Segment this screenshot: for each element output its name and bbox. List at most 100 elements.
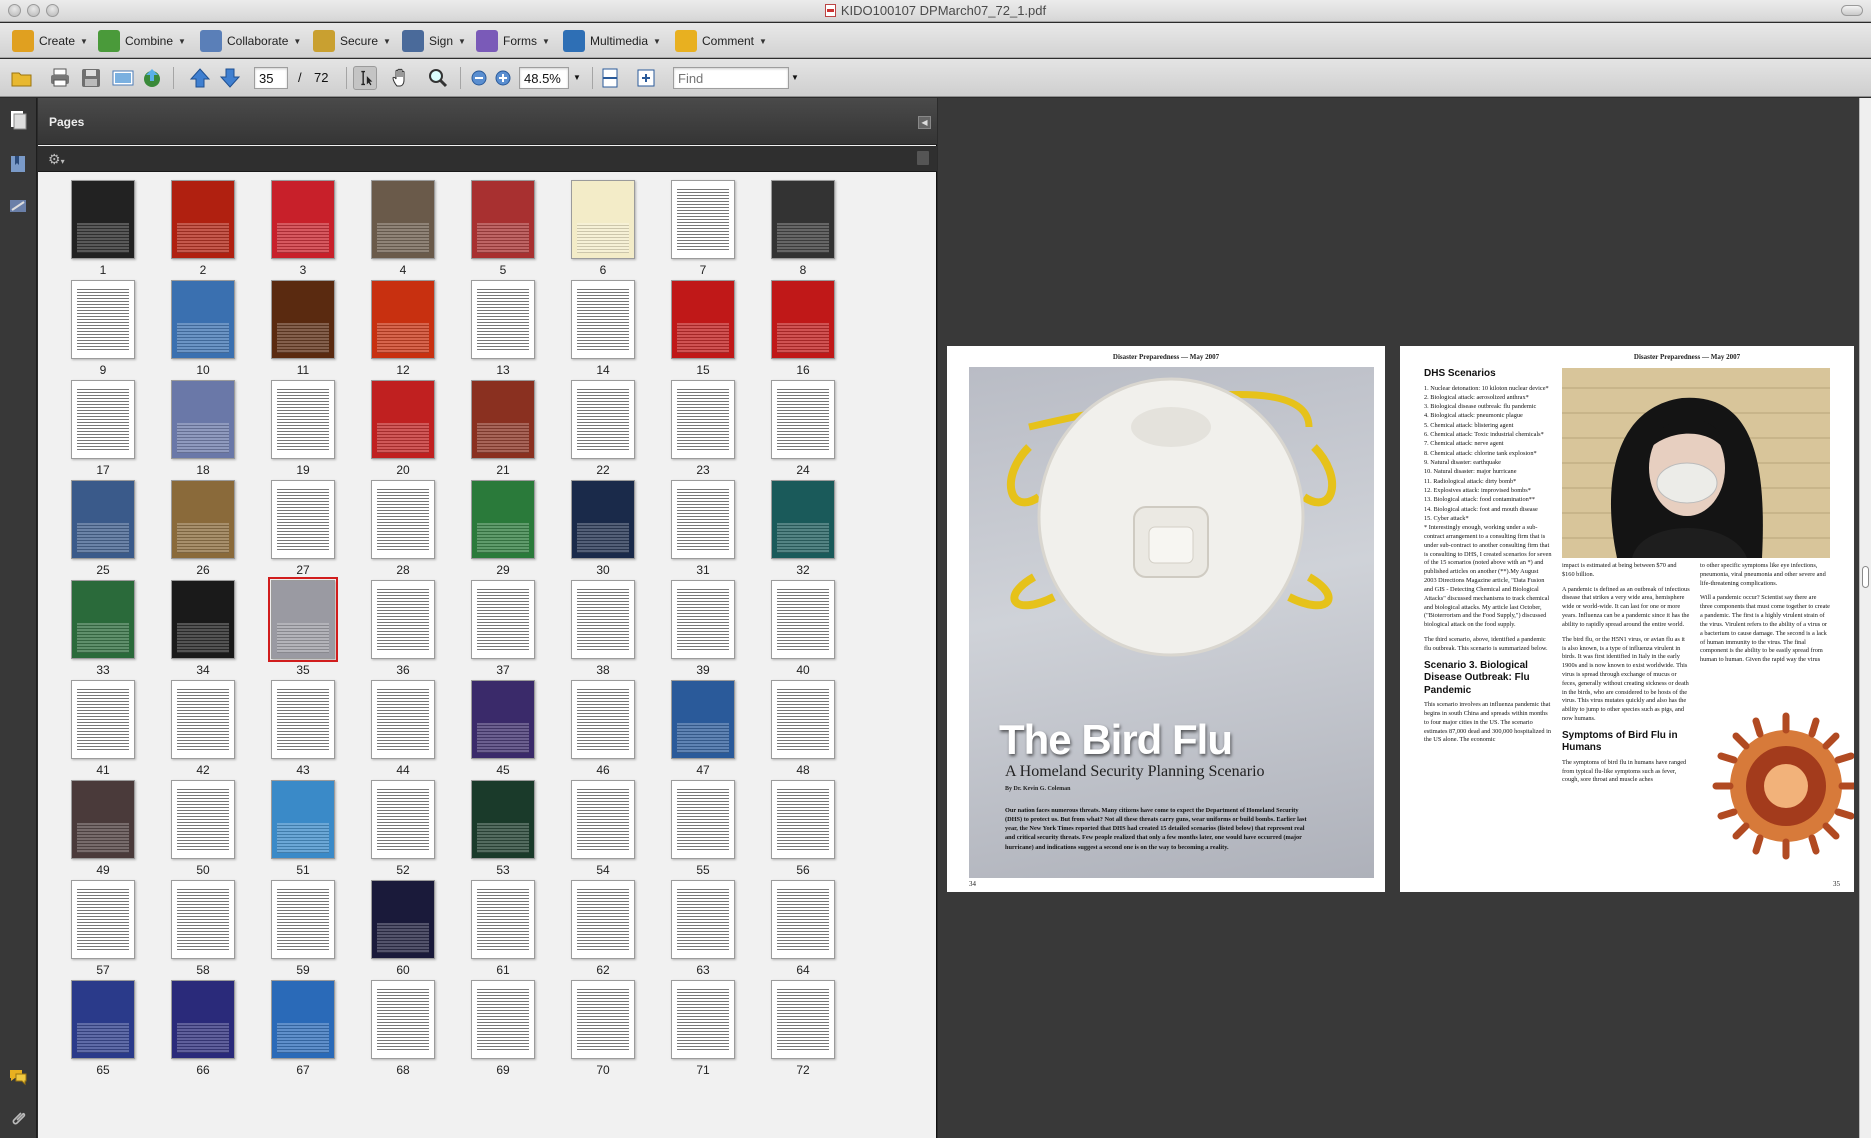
task-comment-button[interactable]: Comment ▼ xyxy=(675,28,767,54)
page-thumbnail[interactable] xyxy=(471,180,535,259)
page-thumbnail[interactable] xyxy=(271,680,335,759)
zoom-in-icon[interactable] xyxy=(491,66,515,90)
toolbar-toggle-button[interactable] xyxy=(1841,5,1863,16)
page-thumbnail[interactable] xyxy=(71,880,135,959)
minimize-window-button[interactable] xyxy=(27,4,40,17)
collapse-panel-icon[interactable]: ◀ xyxy=(918,116,931,129)
page-thumbnail[interactable] xyxy=(771,780,835,859)
scrolling-mode-icon[interactable] xyxy=(598,66,622,90)
page-thumbnail[interactable] xyxy=(671,180,735,259)
page-thumbnail[interactable] xyxy=(571,980,635,1059)
page-thumbnail[interactable] xyxy=(171,380,235,459)
attachments-panel-icon[interactable] xyxy=(8,1108,28,1128)
page-thumbnail[interactable] xyxy=(371,980,435,1059)
page-thumbnail[interactable] xyxy=(71,680,135,759)
save-icon[interactable] xyxy=(79,66,103,90)
delete-pages-icon[interactable] xyxy=(917,151,929,165)
zoom-window-button[interactable] xyxy=(46,4,59,17)
page-thumbnail[interactable] xyxy=(271,880,335,959)
page-thumbnail[interactable] xyxy=(771,680,835,759)
vertical-scrollbar[interactable] xyxy=(1859,98,1871,1138)
page-thumbnail[interactable] xyxy=(471,280,535,359)
page-thumbnail[interactable] xyxy=(471,680,535,759)
page-thumbnail[interactable] xyxy=(471,880,535,959)
page-thumbnail[interactable] xyxy=(371,280,435,359)
previous-page-icon[interactable] xyxy=(188,66,212,90)
page-thumbnail[interactable] xyxy=(371,580,435,659)
page-thumbnail[interactable] xyxy=(471,980,535,1059)
signatures-panel-icon[interactable] xyxy=(8,196,28,216)
zoom-out-icon[interactable] xyxy=(467,66,491,90)
print-icon[interactable] xyxy=(48,66,72,90)
page-thumbnail[interactable] xyxy=(771,580,835,659)
page-thumbnail[interactable] xyxy=(71,580,135,659)
page-thumbnail[interactable] xyxy=(371,380,435,459)
page-thumbnail[interactable] xyxy=(371,180,435,259)
page-thumbnail[interactable] xyxy=(771,280,835,359)
task-sign-button[interactable]: Sign ▼ xyxy=(402,28,466,54)
page-thumbnail[interactable] xyxy=(571,780,635,859)
next-page-icon[interactable] xyxy=(218,66,242,90)
page-thumbnail[interactable] xyxy=(771,880,835,959)
page-number-input[interactable] xyxy=(254,67,288,89)
page-thumbnail[interactable] xyxy=(571,380,635,459)
page-thumbnail[interactable] xyxy=(171,780,235,859)
options-gear-icon[interactable]: ⚙▾ xyxy=(48,151,65,168)
page-thumbnail[interactable] xyxy=(671,880,735,959)
page-thumbnail[interactable] xyxy=(371,680,435,759)
page-thumbnail[interactable] xyxy=(71,780,135,859)
page-thumbnail[interactable] xyxy=(71,280,135,359)
email-icon[interactable] xyxy=(111,66,135,90)
open-folder-icon[interactable] xyxy=(10,66,34,90)
page-thumbnail[interactable] xyxy=(471,380,535,459)
find-input[interactable] xyxy=(673,67,789,89)
page-thumbnail[interactable] xyxy=(671,580,735,659)
page-thumbnail[interactable] xyxy=(268,577,338,662)
upload-share-icon[interactable] xyxy=(140,66,164,90)
page-thumbnail[interactable] xyxy=(571,680,635,759)
task-secure-button[interactable]: Secure ▼ xyxy=(313,28,391,54)
page-thumbnail[interactable] xyxy=(71,180,135,259)
page-thumbnail[interactable] xyxy=(271,280,335,359)
scrollbar-thumb[interactable] xyxy=(1862,566,1869,588)
close-window-button[interactable] xyxy=(8,4,21,17)
zoom-dropdown-icon[interactable]: ▼ xyxy=(573,67,581,89)
page-thumbnail[interactable] xyxy=(671,480,735,559)
page-thumbnail[interactable] xyxy=(271,780,335,859)
zoom-level-input[interactable] xyxy=(519,67,569,89)
page-thumbnail[interactable] xyxy=(671,380,735,459)
page-thumbnail[interactable] xyxy=(271,980,335,1059)
page-thumbnail[interactable] xyxy=(171,180,235,259)
page-thumbnail[interactable] xyxy=(471,580,535,659)
page-thumbnail[interactable] xyxy=(271,180,335,259)
page-thumbnail[interactable] xyxy=(171,880,235,959)
page-thumbnail[interactable] xyxy=(71,980,135,1059)
select-text-tool-icon[interactable] xyxy=(353,66,377,90)
page-thumbnail[interactable] xyxy=(171,680,235,759)
task-create-button[interactable]: Create ▼ xyxy=(12,28,88,54)
hand-tool-icon[interactable] xyxy=(389,66,413,90)
page-thumbnail[interactable] xyxy=(671,980,735,1059)
page-thumbnail[interactable] xyxy=(571,180,635,259)
bookmarks-panel-icon[interactable] xyxy=(8,154,28,174)
page-thumbnail[interactable] xyxy=(71,380,135,459)
task-combine-button[interactable]: Combine ▼ xyxy=(98,28,186,54)
fit-page-icon[interactable] xyxy=(634,66,658,90)
page-thumbnail[interactable] xyxy=(471,480,535,559)
task-forms-button[interactable]: Forms ▼ xyxy=(476,28,550,54)
pages-panel-icon[interactable] xyxy=(8,110,28,130)
page-thumbnail[interactable] xyxy=(171,580,235,659)
page-thumbnail[interactable] xyxy=(671,280,735,359)
page-thumbnail[interactable] xyxy=(671,780,735,859)
page-thumbnail[interactable] xyxy=(171,480,235,559)
page-thumbnail[interactable] xyxy=(671,680,735,759)
task-collaborate-button[interactable]: Collaborate ▼ xyxy=(200,28,301,54)
comments-panel-icon[interactable] xyxy=(8,1066,28,1086)
page-thumbnail[interactable] xyxy=(571,480,635,559)
find-options-icon[interactable]: ▼ xyxy=(791,67,799,89)
page-thumbnail[interactable] xyxy=(771,480,835,559)
page-thumbnail[interactable] xyxy=(371,480,435,559)
page-thumbnail[interactable] xyxy=(571,880,635,959)
page-thumbnail[interactable] xyxy=(271,380,335,459)
page-thumbnail[interactable] xyxy=(371,880,435,959)
